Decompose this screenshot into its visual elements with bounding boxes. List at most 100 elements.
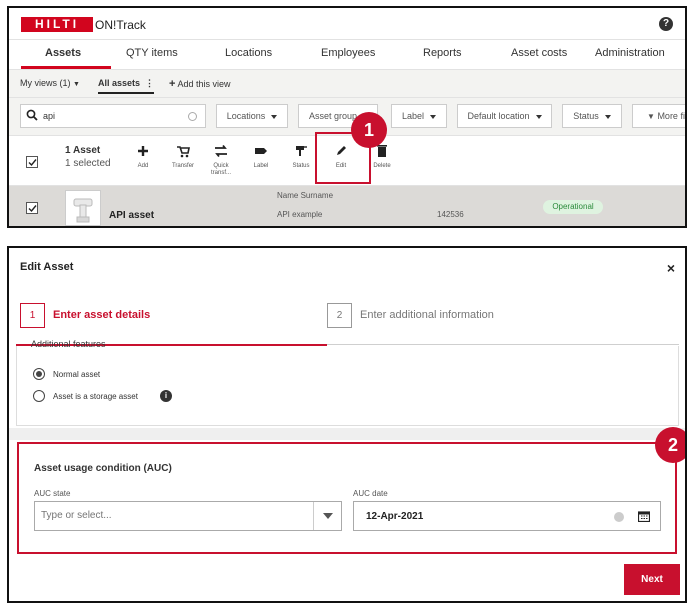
features-title: Additional features [31,339,106,349]
add-view-label: Add this view [177,79,231,89]
filter-label: Status [573,111,599,121]
view-all-assets[interactable]: All assets ⋮ [98,78,155,94]
caret-down-icon [535,114,542,119]
check-icon [28,205,37,213]
filter-label-dropdown[interactable]: Label [391,104,447,128]
label-button[interactable]: Label [243,144,279,170]
calendar-icon[interactable] [638,510,650,522]
trash-icon [377,145,387,157]
funnel-icon: ▼ [647,112,655,121]
step-2-label[interactable]: Enter additional information [360,309,494,321]
status-badge: Operational [543,200,603,214]
filter-label: Locations [226,111,266,121]
tab-assets[interactable]: Assets [45,47,81,59]
auc-title: Asset usage condition (AUC) [34,463,172,474]
auc-section: Asset usage condition (AUC) AUC state AU… [17,442,677,554]
callout-badge-2: 2 [655,427,685,463]
more-filters-button[interactable]: ▼ More fil [632,104,685,128]
tab-administration[interactable]: Administration [595,47,665,59]
toolbar-label: Add [137,163,149,169]
plus-icon: + [169,78,176,90]
radio-storage-asset[interactable] [33,390,45,402]
check-icon [28,159,37,167]
auc-date-value: 12-Apr-2021 [366,511,424,522]
add-button[interactable]: Add [125,144,161,170]
table-row[interactable]: API asset Name Surname API example 14253… [9,186,685,226]
tab-asset-costs[interactable]: Asset costs [511,47,567,59]
chevron-down-icon: ▼ [73,81,80,88]
status-button[interactable]: Status [283,144,319,170]
filter-status[interactable]: Status [562,104,622,128]
active-tab-indicator [21,66,111,69]
main-tabs: Assets QTY items Locations Employees Rep… [9,40,685,70]
caret-down-icon [271,114,278,119]
drill-status-icon [296,146,307,156]
auc-state-input[interactable] [41,510,311,521]
views-bar: My views (1) ▼ All assets ⋮ + Add this v… [9,70,685,98]
close-icon[interactable]: × [667,260,675,276]
radio-normal-asset[interactable] [33,368,45,380]
asset-count: 1 Asset [65,145,101,156]
app-name: ON!Track [95,18,146,32]
swap-arrows-icon [215,144,227,158]
transfer-button[interactable]: Transfer [165,144,201,170]
step-1-number[interactable]: 1 [20,303,45,328]
tab-qty-items[interactable]: QTY items [126,47,178,59]
toolbar-label: Status [292,163,310,169]
search-input[interactable]: api [20,104,206,128]
all-assets-label: All assets [98,78,141,88]
additional-features-section [16,346,679,426]
asset-number: 142536 [437,210,464,219]
cart-transfer-icon [177,146,190,158]
caret-down-icon[interactable] [313,502,341,530]
asset-description: API example [277,210,323,219]
clear-date-icon[interactable] [614,512,624,522]
search-value: api [43,111,56,121]
help-icon[interactable]: ? [659,17,673,31]
clear-search-icon[interactable] [188,112,197,121]
select-all-checkbox[interactable] [26,156,38,168]
info-icon[interactable]: i [160,390,172,402]
inactive-step-rule [327,344,679,345]
auc-state-select[interactable] [34,501,342,531]
caret-down-icon [604,114,611,119]
edit-asset-dialog: Edit Asset × 1 Enter asset details 2 Ent… [7,246,687,603]
section-separator [9,428,685,440]
step-1-label[interactable]: Enter asset details [53,309,150,321]
filter-bar: api Locations Asset group Label Default … [9,98,685,136]
auc-state-label: AUC state [34,489,71,498]
next-button[interactable]: Next [624,564,680,595]
radio-label: Asset is a storage asset [53,392,138,401]
filter-default-location[interactable]: Default location [457,104,552,128]
tab-employees[interactable]: Employees [321,47,375,59]
my-views-label: My views (1) [20,78,71,88]
filter-label: Asset group [309,111,358,121]
quick-transfer-button[interactable]: Quick transf... [203,144,239,177]
add-view-button[interactable]: + Add this view [169,78,230,90]
auc-date-label: AUC date [353,489,388,498]
drill-icon [73,198,93,223]
radio-label: Normal asset [53,370,101,379]
brand-bar: HILTI ON!Track ? [9,8,685,40]
plus-icon [138,146,148,156]
step-2-number[interactable]: 2 [327,303,352,328]
dialog-title: Edit Asset [20,261,74,273]
selected-count: 1 selected [65,158,111,169]
callout-badge-1: 1 [351,112,387,148]
asset-name[interactable]: API asset [109,210,154,221]
asset-list-panel: HILTI ON!Track ? Assets QTY items Locati… [7,6,687,228]
asset-thumbnail [65,190,101,226]
filter-locations[interactable]: Locations [216,104,288,128]
kebab-icon[interactable]: ⋮ [145,78,154,88]
toolbar-label: Label [253,163,269,169]
my-views-dropdown[interactable]: My views (1) ▼ [20,78,80,88]
hilti-logo: HILTI [21,17,93,32]
filter-label: Label [401,111,425,121]
search-icon [26,109,38,121]
asset-owner: Name Surname [277,191,334,200]
auc-date-field[interactable]: 12-Apr-2021 [353,501,661,531]
toolbar-label: Transfer [171,163,195,169]
tab-locations[interactable]: Locations [225,47,272,59]
row-checkbox[interactable] [26,202,38,214]
tab-reports[interactable]: Reports [423,47,462,59]
